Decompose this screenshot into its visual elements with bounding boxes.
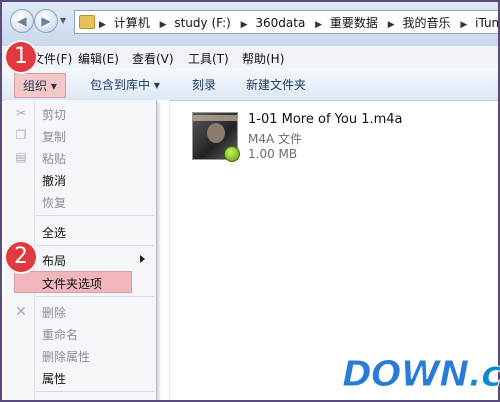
chevron-right-icon[interactable]: ▶ [241, 20, 248, 30]
forward-button[interactable]: ▶ [34, 9, 58, 33]
delete-x-icon: ✕ [15, 304, 27, 320]
navigation-pane [157, 100, 170, 400]
folder-icon [79, 15, 95, 29]
burn-button[interactable]: 刻录 [192, 76, 216, 93]
scissors-icon: ✂ [15, 106, 27, 120]
watermark-text: DOWN.cc [341, 354, 500, 396]
crumb-360data[interactable]: 360data [255, 16, 305, 30]
crumb-itunes[interactable]: iTune [475, 16, 498, 30]
breadcrumb: ▶ 计算机 ▶ study (F:) ▶ 360data ▶ 重要数据 ▶ 我的… [97, 14, 498, 31]
menu-separator [36, 245, 154, 246]
menu-item-rename[interactable]: 重命名 [4, 322, 156, 344]
menu-view[interactable]: 查看(V) [132, 50, 174, 67]
back-arrow-icon: ◀ [17, 14, 27, 28]
recent-pages-icon[interactable]: ▼ [60, 16, 66, 25]
menu-file[interactable]: 文件(F) [32, 50, 72, 67]
menu-item-remove-properties[interactable]: 删除属性 [4, 344, 156, 366]
menu-separator [36, 391, 154, 392]
organize-button[interactable]: 组织 ▾ [14, 73, 66, 98]
watermark-logo: DOWN.cc [340, 352, 500, 396]
new-folder-button[interactable]: 新建文件夹 [246, 76, 306, 93]
clipboard-icon: ▤ [15, 150, 27, 164]
menu-item-redo[interactable]: 恢复 [4, 190, 156, 212]
menu-item-undo[interactable]: 撤消 [4, 168, 156, 190]
album-art-figure [207, 123, 225, 143]
file-type: M4A 文件 [248, 132, 303, 146]
menu-tools[interactable]: 工具(T) [188, 50, 229, 67]
command-bar: 组织 ▾ 包含到库中 ▾ 刻录 新建文件夹 [2, 68, 498, 101]
menu-item-label: 文件夹选项 [42, 277, 103, 291]
crumb-important[interactable]: 重要数据 [330, 16, 378, 30]
file-item[interactable]: 1-01 More of You 1.m4a M4A 文件 1.00 MB [190, 110, 430, 166]
menu-item-label: 恢复 [42, 196, 67, 210]
menu-item-label: 布局 [42, 254, 67, 268]
address-bar-area: ◀ ▶ ▼ ▶ 计算机 ▶ study (F:) ▶ 360data ▶ 重要数… [2, 2, 498, 46]
copy-icon: ❐ [15, 128, 27, 142]
crumb-computer[interactable]: 计算机 [114, 16, 150, 30]
back-button[interactable]: ◀ [10, 9, 34, 33]
submenu-arrow-icon [140, 255, 145, 263]
menu-item-label: 重命名 [42, 328, 79, 342]
menu-item-properties[interactable]: 属性 [4, 366, 156, 388]
menu-item-delete[interactable]: ✕ 删除 [4, 300, 156, 322]
file-name: 1-01 More of You 1.m4a [248, 112, 403, 127]
chevron-right-icon[interactable]: ▶ [460, 20, 467, 30]
crumb-music[interactable]: 我的音乐 [403, 16, 451, 30]
watermark-suffix: .cc [468, 354, 500, 396]
chevron-right-icon[interactable]: ▶ [160, 20, 167, 30]
media-player-badge-icon [224, 146, 240, 162]
file-size: 1.00 MB [248, 147, 298, 161]
menu-item-select-all[interactable]: 全选 [4, 220, 156, 242]
menu-edit[interactable]: 编辑(E) [78, 50, 119, 67]
menu-item-label: 删除属性 [42, 350, 91, 364]
menu-separator [36, 215, 154, 216]
menu-item-copy[interactable]: ❐ 复制 [4, 124, 156, 146]
menu-item-label: 剪切 [42, 108, 67, 122]
chevron-right-icon[interactable]: ▶ [315, 20, 322, 30]
step-1-marker: 1 [4, 40, 38, 74]
menu-separator [36, 296, 154, 297]
album-art-title-band [193, 115, 237, 121]
include-in-library-button[interactable]: 包含到库中 ▾ [90, 76, 160, 93]
menu-item-label: 全选 [42, 226, 67, 240]
step-2-marker: 2 [4, 240, 38, 274]
chevron-right-icon[interactable]: ▶ [388, 20, 395, 30]
menu-item-label: 删除 [42, 306, 67, 320]
explorer-window: ◀ ▶ ▼ ▶ 计算机 ▶ study (F:) ▶ 360data ▶ 重要数… [0, 0, 500, 402]
menu-item-label: 粘贴 [42, 152, 67, 166]
chevron-right-icon[interactable]: ▶ [99, 20, 106, 30]
forward-arrow-icon: ▶ [41, 14, 51, 28]
menu-item-label: 撤消 [42, 174, 67, 188]
menu-item-paste[interactable]: ▤ 粘贴 [4, 146, 156, 168]
menu-item-label: 复制 [42, 130, 67, 144]
menu-bar: 文件(F) 编辑(E) 查看(V) 工具(T) 帮助(H) [2, 46, 498, 69]
menu-help[interactable]: 帮助(H) [242, 50, 284, 67]
menu-item-folder-options[interactable]: 文件夹选项 [4, 271, 156, 293]
watermark-main: DOWN [341, 354, 469, 396]
address-path[interactable]: ▶ 计算机 ▶ study (F:) ▶ 360data ▶ 重要数据 ▶ 我的… [74, 10, 498, 34]
menu-item-label: 属性 [42, 372, 67, 386]
crumb-drive[interactable]: study (F:) [174, 16, 230, 30]
menu-item-cut[interactable]: ✂ 剪切 [4, 102, 156, 124]
